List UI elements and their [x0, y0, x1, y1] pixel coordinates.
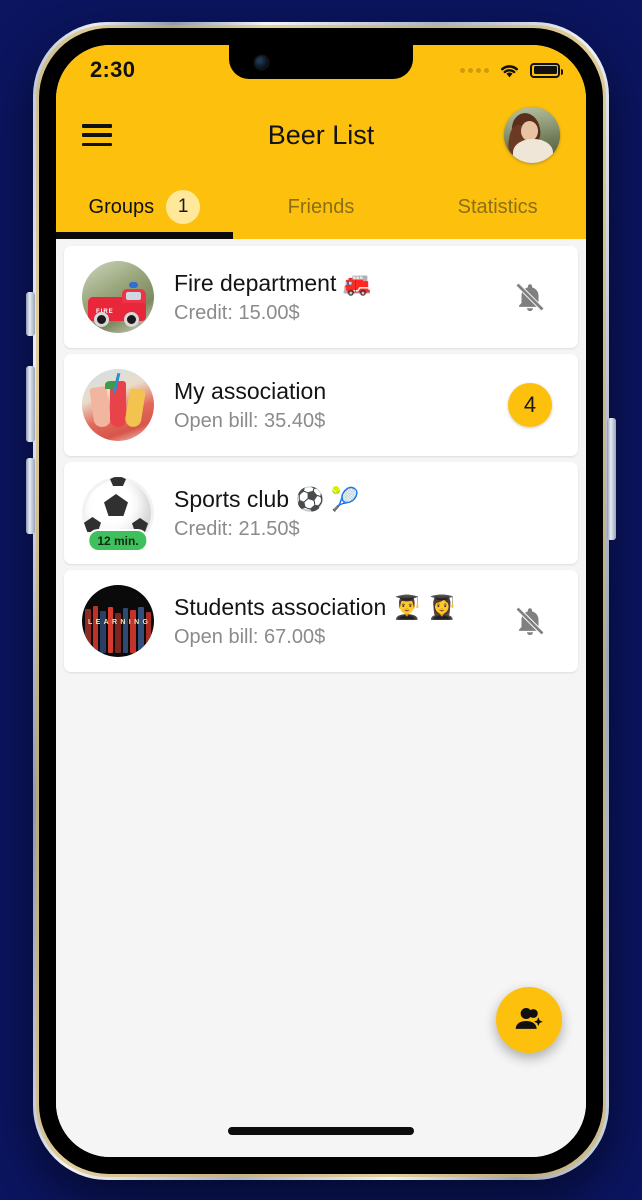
group-name: Students association 👨‍🎓 👩‍🎓 [174, 594, 457, 621]
volume-down-button[interactable] [26, 458, 35, 534]
list-item[interactable]: LEARNING Students association 👨‍🎓 👩‍🎓 Op… [64, 570, 578, 672]
group-name: Sports club ⚽ 🎾 [174, 486, 360, 513]
tab-groups-label: Groups [88, 195, 155, 218]
tab-statistics[interactable]: Statistics [409, 175, 586, 239]
list-item-text: Sports club ⚽ 🎾 Credit: 21.50$ [174, 485, 504, 541]
front-camera-icon [255, 56, 268, 69]
group-balance: Credit: 15.00$ [174, 301, 300, 324]
bell-off-icon[interactable] [513, 604, 547, 638]
volume-up-button[interactable] [26, 366, 35, 442]
list-item-trailing [504, 604, 556, 638]
list-item-text: My association Open bill: 35.40$ [174, 377, 504, 433]
unread-count-badge[interactable]: 4 [508, 383, 552, 427]
books-avatar: LEARNING [82, 585, 154, 657]
list-item[interactable]: FIRE Fire department 🚒 Credit: 15.00$ [64, 246, 578, 348]
battery-full-icon [530, 62, 563, 78]
bell-off-icon[interactable] [513, 280, 547, 314]
group-name: Fire department 🚒 [174, 270, 372, 297]
list-item[interactable]: My association Open bill: 35.40$ 4 [64, 354, 578, 456]
tab-groups[interactable]: Groups 1 [56, 175, 233, 239]
phone-screen: 2:30 Beer List Groups 1 Friends Statisti… [56, 45, 586, 1157]
list-item-text: Students association 👨‍🎓 👩‍🎓 Open bill: … [174, 593, 504, 649]
list-item-text: Fire department 🚒 Credit: 15.00$ [174, 269, 504, 325]
list-item-trailing: 4 [504, 383, 556, 427]
mute-switch-button[interactable] [26, 292, 35, 336]
group-balance: Credit: 21.50$ [174, 517, 300, 540]
person-add-icon [515, 1007, 543, 1029]
list-item-trailing [504, 280, 556, 314]
tab-bar: Groups 1 Friends Statistics [56, 175, 586, 239]
group-balance: Open bill: 67.00$ [174, 625, 326, 648]
soccer-ball-avatar: 12 min. [82, 477, 154, 552]
groups-list: FIRE Fire department 🚒 Credit: 15.00$ [56, 239, 586, 1157]
power-button[interactable] [607, 418, 616, 540]
tab-groups-badge: 1 [166, 190, 201, 224]
add-group-fab[interactable] [496, 987, 562, 1053]
signal-dots-icon [460, 67, 489, 73]
time-remaining-badge: 12 min. [87, 529, 149, 552]
user-profile-avatar[interactable] [504, 107, 560, 163]
app-bar: Beer List [56, 95, 586, 175]
group-name: My association [174, 378, 327, 405]
group-balance: Open bill: 35.40$ [174, 409, 326, 432]
tab-friends[interactable]: Friends [233, 175, 410, 239]
active-tab-indicator [56, 232, 233, 239]
tab-friends-label: Friends [287, 195, 355, 218]
scene: 2:30 Beer List Groups 1 Friends Statisti… [0, 0, 642, 1200]
notch [229, 45, 413, 79]
status-bar-indicators [460, 59, 563, 79]
fire-truck-avatar: FIRE [82, 261, 154, 333]
status-bar-time: 2:30 [90, 57, 136, 82]
tab-statistics-label: Statistics [457, 195, 538, 218]
list-item[interactable]: 12 min. Sports club ⚽ 🎾 Credit: 21.50$ [64, 462, 578, 564]
drinks-cheers-avatar [82, 369, 154, 441]
wifi-icon [501, 65, 518, 78]
home-indicator [228, 1127, 414, 1135]
hamburger-menu-icon[interactable] [82, 124, 112, 146]
